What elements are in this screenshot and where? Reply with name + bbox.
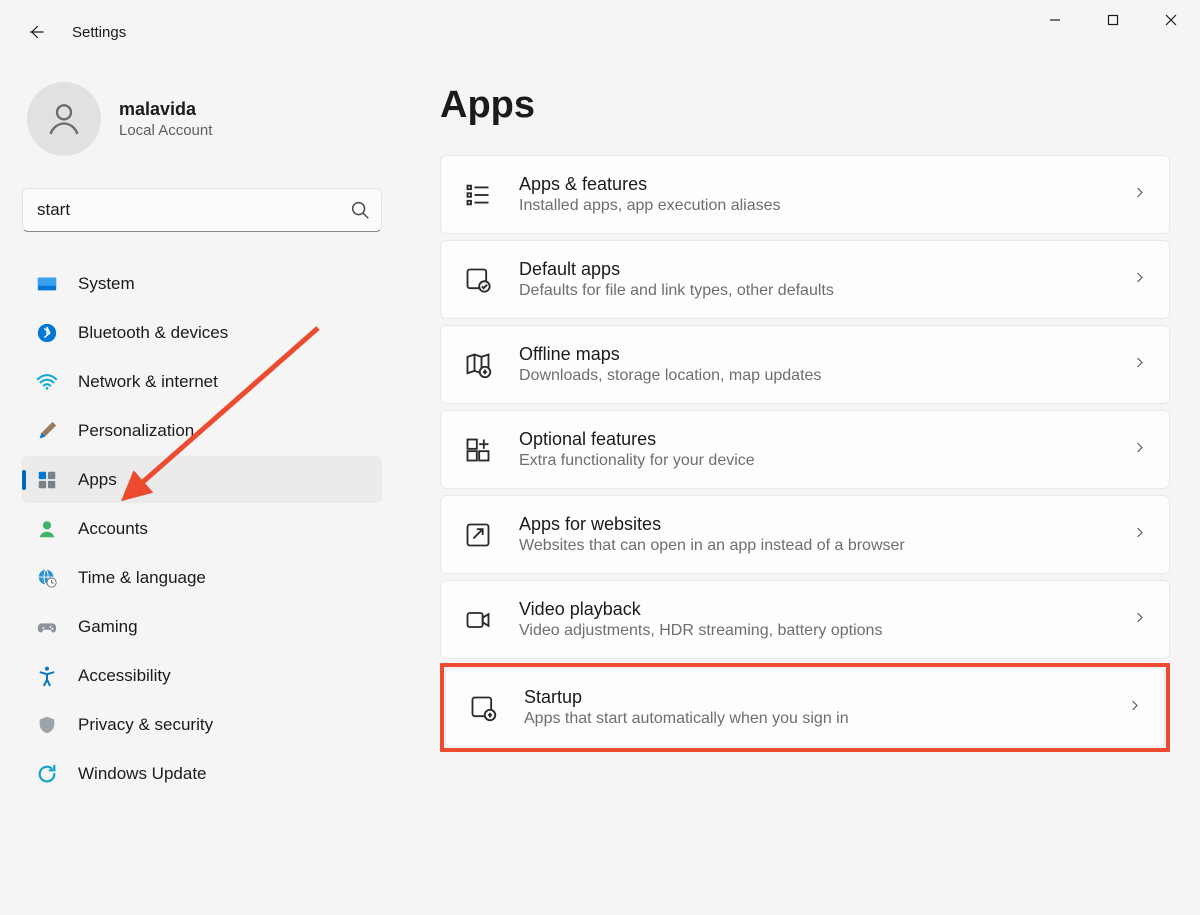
sidebar-item-privacy[interactable]: Privacy & security <box>22 701 382 748</box>
sidebar: malavida Local Account System <box>0 64 390 915</box>
sidebar-item-label: System <box>78 274 135 294</box>
card-startup[interactable]: Startup Apps that start automatically wh… <box>445 668 1165 747</box>
person-icon <box>36 518 58 540</box>
default-icon <box>463 265 493 295</box>
annotation-highlight: Startup Apps that start automatically wh… <box>440 663 1170 752</box>
account-section[interactable]: malavida Local Account <box>22 74 380 182</box>
back-button[interactable] <box>20 16 52 48</box>
card-optional-features[interactable]: Optional features Extra functionality fo… <box>440 410 1170 489</box>
video-icon <box>463 605 493 635</box>
card-subtitle: Downloads, storage location, map updates <box>519 367 1106 385</box>
page-title: Apps <box>440 84 1170 127</box>
sidebar-item-label: Accounts <box>78 519 148 539</box>
card-apps-websites[interactable]: Apps for websites Websites that can open… <box>440 495 1170 574</box>
minimize-icon <box>1049 14 1061 26</box>
avatar <box>27 82 101 156</box>
chevron-right-icon <box>1127 698 1142 718</box>
titlebar: Settings <box>0 0 1200 64</box>
sidebar-item-network[interactable]: Network & internet <box>22 358 382 405</box>
card-default-apps[interactable]: Default apps Defaults for file and link … <box>440 240 1170 319</box>
chevron-right-icon <box>1132 355 1147 375</box>
update-icon <box>36 763 58 785</box>
sidebar-item-update[interactable]: Windows Update <box>22 750 382 797</box>
list-icon <box>463 180 493 210</box>
app-title: Settings <box>72 24 126 41</box>
sidebar-item-accounts[interactable]: Accounts <box>22 505 382 552</box>
display-icon <box>36 273 58 295</box>
sidebar-item-label: Windows Update <box>78 764 207 784</box>
sidebar-item-gaming[interactable]: Gaming <box>22 603 382 650</box>
sidebar-item-label: Apps <box>78 470 117 490</box>
card-apps-features[interactable]: Apps & features Installed apps, app exec… <box>440 155 1170 234</box>
sidebar-item-time[interactable]: Time & language <box>22 554 382 601</box>
minimize-button[interactable] <box>1026 0 1084 40</box>
paintbrush-icon <box>36 420 58 442</box>
gamepad-icon <box>36 616 58 638</box>
account-name: malavida <box>119 99 212 120</box>
globe-clock-icon <box>36 567 58 589</box>
window-controls <box>1026 0 1200 64</box>
card-offline-maps[interactable]: Offline maps Downloads, storage location… <box>440 325 1170 404</box>
maximize-icon <box>1107 14 1119 26</box>
chevron-right-icon <box>1132 525 1147 545</box>
close-button[interactable] <box>1142 0 1200 40</box>
apps-icon <box>36 469 58 491</box>
wifi-icon <box>36 371 58 393</box>
arrow-left-icon <box>26 22 46 42</box>
chevron-right-icon <box>1132 270 1147 290</box>
shield-icon <box>36 714 58 736</box>
search-box[interactable] <box>22 188 382 232</box>
card-title: Default apps <box>519 259 1106 280</box>
card-video-playback[interactable]: Video playback Video adjustments, HDR st… <box>440 580 1170 659</box>
card-title: Video playback <box>519 599 1106 620</box>
bluetooth-icon <box>36 322 58 344</box>
card-title: Startup <box>524 687 1101 708</box>
chevron-right-icon <box>1132 185 1147 205</box>
maximize-button[interactable] <box>1084 0 1142 40</box>
user-icon <box>44 99 84 139</box>
card-subtitle: Extra functionality for your device <box>519 452 1106 470</box>
sidebar-item-label: Accessibility <box>78 666 171 686</box>
map-icon <box>463 350 493 380</box>
sidebar-item-label: Bluetooth & devices <box>78 323 228 343</box>
sidebar-item-bluetooth[interactable]: Bluetooth & devices <box>22 309 382 356</box>
chevron-right-icon <box>1132 440 1147 460</box>
close-icon <box>1165 14 1177 26</box>
card-title: Offline maps <box>519 344 1106 365</box>
sidebar-item-personalization[interactable]: Personalization <box>22 407 382 454</box>
sidebar-item-label: Time & language <box>78 568 206 588</box>
add-feature-icon <box>463 435 493 465</box>
card-subtitle: Defaults for file and link types, other … <box>519 282 1106 300</box>
card-title: Apps & features <box>519 174 1106 195</box>
content: Apps Apps & features Installed apps, app… <box>390 64 1200 915</box>
account-type: Local Account <box>119 122 212 139</box>
card-subtitle: Apps that start automatically when you s… <box>524 710 1101 728</box>
sidebar-item-apps[interactable]: Apps <box>22 456 382 503</box>
chevron-right-icon <box>1132 610 1147 630</box>
open-app-icon <box>463 520 493 550</box>
search-icon <box>349 199 371 221</box>
card-title: Optional features <box>519 429 1106 450</box>
card-subtitle: Websites that can open in an app instead… <box>519 537 1106 555</box>
sidebar-item-label: Privacy & security <box>78 715 213 735</box>
sidebar-item-label: Personalization <box>78 421 194 441</box>
startup-icon <box>468 693 498 723</box>
sidebar-item-accessibility[interactable]: Accessibility <box>22 652 382 699</box>
search-input[interactable] <box>37 200 341 220</box>
nav-list: System Bluetooth & devices Network & int… <box>22 260 380 797</box>
accessibility-icon <box>36 665 58 687</box>
card-title: Apps for websites <box>519 514 1106 535</box>
sidebar-item-label: Gaming <box>78 617 138 637</box>
sidebar-item-label: Network & internet <box>78 372 218 392</box>
card-subtitle: Video adjustments, HDR streaming, batter… <box>519 622 1106 640</box>
sidebar-item-system[interactable]: System <box>22 260 382 307</box>
card-subtitle: Installed apps, app execution aliases <box>519 197 1106 215</box>
